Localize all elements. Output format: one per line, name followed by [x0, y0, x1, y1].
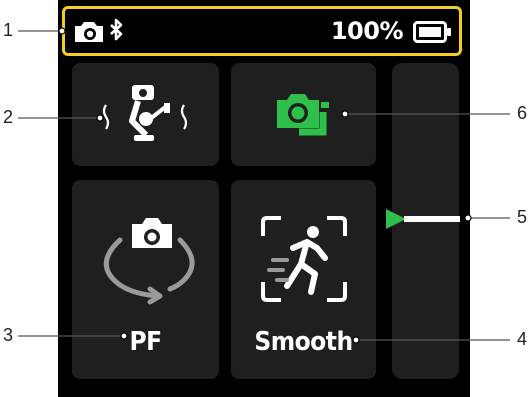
callout-4: 4 — [517, 329, 528, 349]
callout-1: 1 — [3, 20, 14, 40]
callout-5: 5 — [517, 207, 528, 227]
callout-lines — [18, 27, 510, 344]
callout-6: 6 — [517, 103, 528, 123]
callout-3: 3 — [3, 325, 14, 345]
callout-2: 2 — [3, 107, 14, 127]
